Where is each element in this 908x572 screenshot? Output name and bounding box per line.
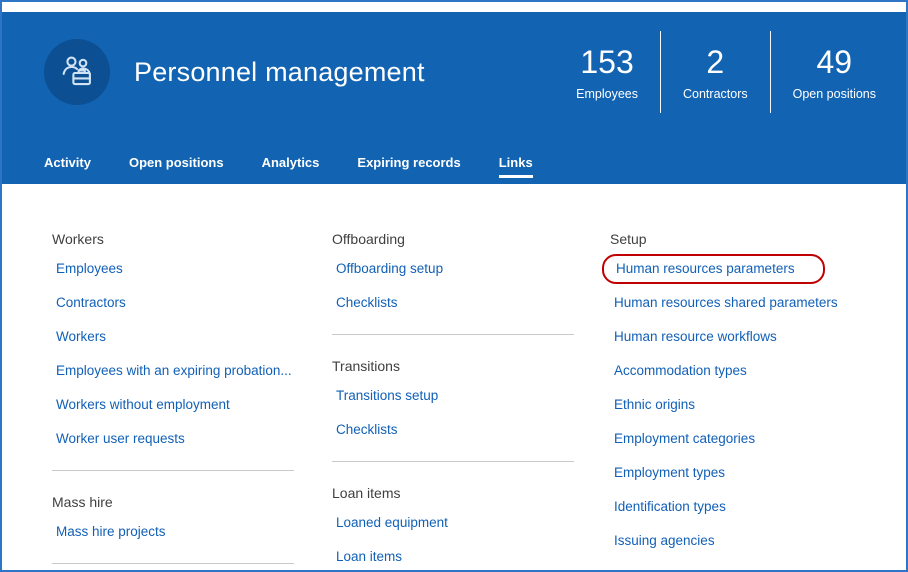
- stat-label: Open positions: [792, 86, 876, 101]
- section-heading-setup: Setup: [610, 231, 647, 247]
- link-transitions-setup[interactable]: Transitions setup: [332, 379, 610, 413]
- tab-open-positions[interactable]: Open positions: [129, 155, 224, 184]
- link-issuing-agencies[interactable]: Issuing agencies: [610, 524, 886, 558]
- link-label: Issuing agencies: [614, 533, 715, 548]
- link-workers-without-employment[interactable]: Workers without employment: [52, 388, 332, 422]
- tab-expiring-records[interactable]: Expiring records: [357, 155, 460, 184]
- section-divider: [332, 334, 574, 335]
- link-identification-types[interactable]: Identification types: [610, 490, 886, 524]
- link-label: Human resources shared parameters: [614, 295, 838, 310]
- link-checklists[interactable]: Checklists: [332, 413, 610, 447]
- link-mass-hire-projects[interactable]: Mass hire projects: [52, 515, 332, 549]
- section-divider: [52, 563, 294, 564]
- link-label: Workers without employment: [56, 397, 230, 412]
- link-workers[interactable]: Workers: [52, 320, 332, 354]
- link-label: Employment types: [614, 465, 726, 480]
- stat-contractors[interactable]: 2 Contractors: [661, 44, 770, 101]
- link-label: Offboarding setup: [336, 261, 444, 276]
- link-human-resources-shared-parameters[interactable]: Human resources shared parameters: [610, 286, 886, 320]
- link-loan-items[interactable]: Loan items: [332, 540, 610, 570]
- link-checklists[interactable]: Checklists: [332, 286, 610, 320]
- link-label: Contractors: [56, 295, 126, 310]
- tab-links[interactable]: Links: [498, 155, 533, 184]
- people-badge-icon: [59, 52, 95, 93]
- link-label: Human resources parameters: [602, 254, 825, 284]
- link-label: Employees: [56, 261, 123, 276]
- links-column-3: Setup Human resources parameters Human res…: [602, 230, 886, 570]
- link-contractors[interactable]: Contractors: [52, 286, 332, 320]
- link-label: Loaned equipment: [336, 515, 448, 530]
- section-heading-workers: Workers: [52, 231, 104, 247]
- link-employees[interactable]: Employees: [52, 252, 332, 286]
- links-column-2: Offboarding Offboarding setup Checklists Tr…: [332, 230, 610, 570]
- link-label: Employees with an expiring probation...: [56, 363, 292, 378]
- link-label: Loan items: [336, 549, 403, 564]
- stat-value: 49: [816, 43, 853, 80]
- links-columns: Workers Employees Contractors Workers Employ…: [52, 230, 886, 570]
- link-offboarding-setup[interactable]: Offboarding setup: [332, 252, 610, 286]
- link-worker-user-requests[interactable]: Worker user requests: [52, 422, 332, 456]
- header-stats: 153 Employees 2 Contractors 49 Open positions: [554, 12, 898, 132]
- tab-bar: Activity Open positions Analytics Expiring …: [2, 132, 906, 184]
- stat-open-positions[interactable]: 49 Open positions: [771, 44, 898, 101]
- stat-label: Contractors: [683, 86, 748, 101]
- link-loaned-equipment[interactable]: Loaned equipment: [332, 506, 610, 540]
- stat-employees[interactable]: 153 Employees: [554, 44, 660, 101]
- link-employment-types[interactable]: Employment types: [610, 456, 886, 490]
- link-label: Checklists: [336, 295, 398, 310]
- section-divider: [332, 461, 574, 462]
- workspace-banner: Personnel management 153 Employees 2 Contra…: [2, 12, 906, 132]
- link-label: Worker user requests: [56, 431, 185, 446]
- page-title: Personnel management: [134, 56, 425, 87]
- link-label: Identification types: [614, 499, 726, 514]
- section-heading-loan-items: Loan items: [332, 485, 401, 501]
- link-label: Accommodation types: [614, 363, 747, 378]
- link-accommodation-types[interactable]: Accommodation types: [610, 354, 886, 388]
- stat-value: 2: [706, 43, 725, 80]
- links-column-1: Workers Employees Contractors Workers Employ…: [52, 230, 332, 570]
- link-label: Transitions setup: [336, 388, 439, 403]
- app-window: Personnel management 153 Employees 2 Contra…: [0, 0, 908, 572]
- link-label: Ethnic origins: [614, 397, 696, 412]
- section-heading-offboarding: Offboarding: [332, 231, 405, 247]
- top-gap: [2, 2, 906, 12]
- link-employees-with-an-expiring-probation[interactable]: Employees with an expiring probation...: [52, 354, 332, 388]
- link-label: Employment categories: [614, 431, 756, 446]
- link-label: Mass hire projects: [56, 524, 166, 539]
- link-employment-categories[interactable]: Employment categories: [610, 422, 886, 456]
- link-label: Workers: [56, 329, 107, 344]
- links-panel: Workers Employees Contractors Workers Employ…: [2, 184, 906, 570]
- tab-activity[interactable]: Activity: [44, 155, 91, 184]
- link-label: Human resource workflows: [614, 329, 777, 344]
- stat-label: Employees: [576, 86, 638, 101]
- section-divider: [52, 470, 294, 471]
- stat-value: 153: [580, 43, 634, 80]
- link-human-resources-parameters-highlighted[interactable]: Human resources parameters: [602, 252, 886, 286]
- tab-analytics[interactable]: Analytics: [262, 155, 320, 184]
- section-heading-transitions: Transitions: [332, 358, 400, 374]
- link-label: Checklists: [336, 422, 398, 437]
- personnel-workspace-icon: [44, 39, 110, 105]
- section-heading-mass-hire: Mass hire: [52, 494, 113, 510]
- link-human-resource-workflows[interactable]: Human resource workflows: [610, 320, 886, 354]
- link-ethnic-origins[interactable]: Ethnic origins: [610, 388, 886, 422]
